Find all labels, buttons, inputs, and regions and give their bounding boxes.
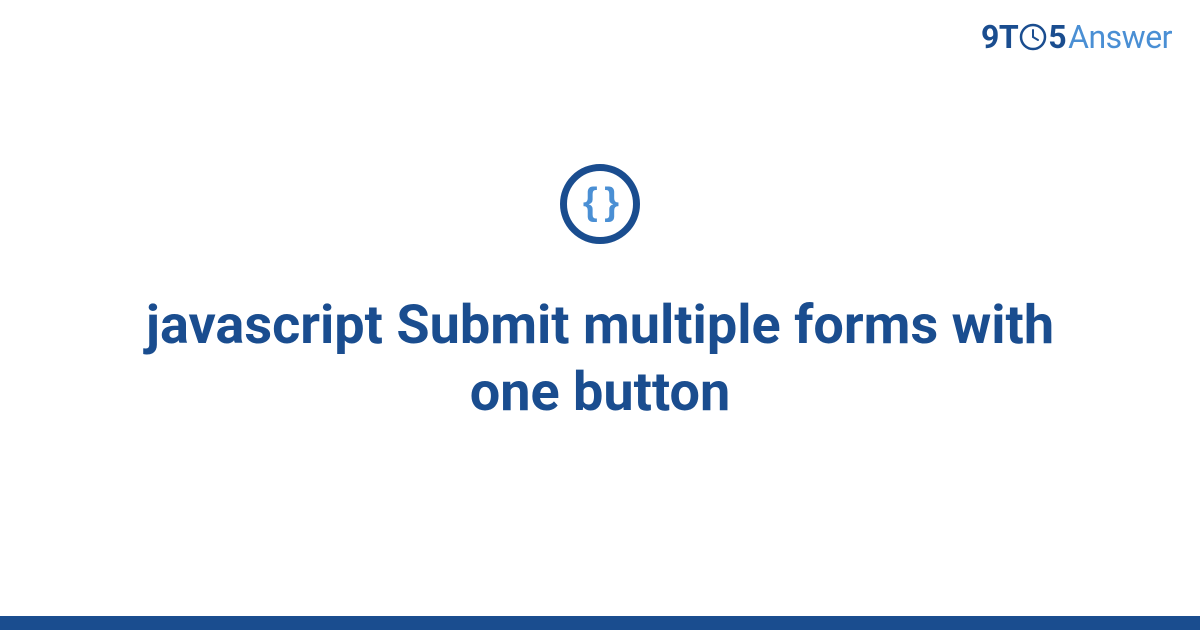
braces-glyph: { } (583, 183, 617, 221)
main-content: { } javascript Submit multiple forms wit… (0, 0, 1200, 630)
footer-bar (0, 616, 1200, 630)
braces-icon: { } (560, 164, 640, 244)
page-title: javascript Submit multiple forms with on… (75, 292, 1125, 427)
